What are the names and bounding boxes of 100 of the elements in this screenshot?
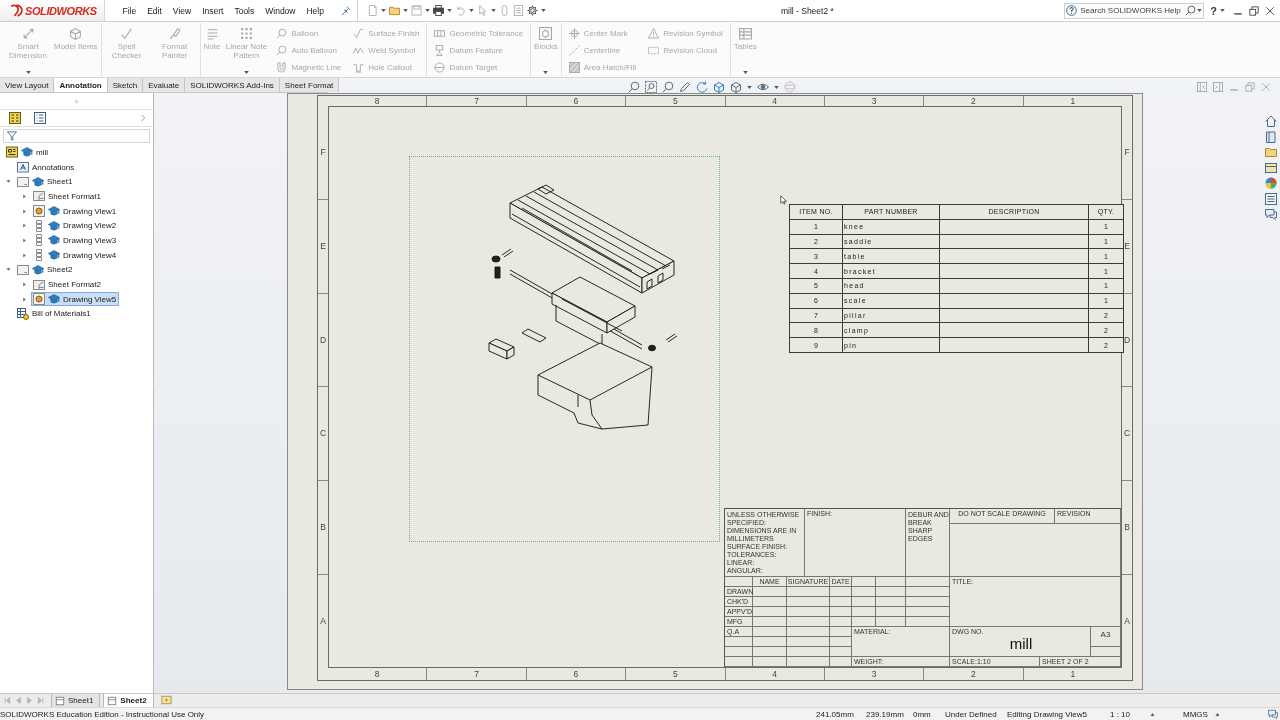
title-block-cell — [852, 617, 876, 627]
menu-item[interactable]: File — [117, 2, 142, 19]
menu-item[interactable]: Tools — [228, 2, 260, 19]
expand-arrow-icon[interactable] — [6, 179, 11, 185]
tab[interactable]: Annotation — [54, 78, 108, 92]
caret-icon — [403, 9, 409, 12]
magnifier-icon[interactable] — [1185, 4, 1197, 16]
drawing-number: mill — [1009, 636, 1033, 652]
title-block-cell — [876, 587, 906, 597]
sheet-tab[interactable]: Sheet1 — [51, 694, 101, 707]
sheet-scale[interactable]: 1 : 10 — [1110, 709, 1130, 719]
rotate-arrow-icon[interactable] — [696, 81, 708, 93]
zone-label: B — [1124, 523, 1130, 533]
search-field[interactable]: Search SOLIDWORKS Help — [1064, 2, 1205, 19]
sheet-icon — [17, 263, 29, 276]
printer-icon[interactable] — [433, 5, 445, 16]
graduation-cap-icon — [48, 249, 60, 262]
zoom-box-icon[interactable] — [645, 81, 657, 93]
menu-item[interactable]: Edit — [141, 2, 168, 19]
mouse-cursor-icon — [780, 193, 789, 207]
expand-arrow-icon[interactable] — [22, 296, 27, 302]
folder-icon[interactable] — [389, 5, 401, 16]
pencil-icon[interactable] — [679, 81, 691, 93]
tree-item[interactable]: Drawing View2 — [31, 218, 120, 233]
grip-dot-icon[interactable] — [74, 98, 79, 104]
expand-arrow-icon[interactable] — [22, 193, 27, 199]
expand-arrow-icon[interactable] — [22, 252, 27, 258]
chat-bubble-icon[interactable] — [1265, 208, 1277, 220]
zone-label: 6 — [573, 669, 579, 679]
magnifier-icon[interactable] — [628, 81, 640, 93]
zone-label: D — [1123, 335, 1131, 345]
sheet-format-icon — [33, 278, 45, 291]
title-block-cell — [787, 617, 830, 627]
caret-icon — [425, 9, 431, 12]
gear-icon[interactable] — [527, 5, 539, 16]
sheet-icon — [17, 175, 29, 188]
house-icon[interactable] — [1265, 115, 1277, 127]
close-icon[interactable] — [1265, 5, 1275, 16]
tab[interactable]: View Layout — [0, 78, 55, 92]
tile-left-icon[interactable] — [1197, 82, 1207, 92]
tree-item[interactable]: Drawing View4 — [31, 248, 120, 263]
tree-item[interactable]: mill — [4, 145, 51, 160]
feature-tree-icon[interactable] — [9, 112, 21, 124]
expand-arrow-icon[interactable] — [22, 208, 27, 214]
speech-bubble-icon[interactable] — [1268, 709, 1278, 719]
paintbrush-icon — [168, 27, 182, 40]
up-arrow-icon[interactable] — [1215, 711, 1220, 717]
up-arrow-icon[interactable] — [1150, 711, 1155, 717]
tab[interactable]: Sketch — [107, 78, 144, 92]
tab[interactable]: Sheet Format — [279, 78, 340, 92]
annotation-box-icon — [17, 161, 29, 174]
tree-item[interactable]: Drawing View1 — [31, 204, 120, 219]
tree-item[interactable]: Sheet1 — [15, 174, 76, 189]
menu-item[interactable]: Window — [259, 2, 301, 19]
tile-right-icon[interactable] — [1213, 82, 1223, 92]
filter-field[interactable] — [3, 129, 150, 143]
menu-item[interactable]: Help — [301, 2, 330, 19]
drawing-view-frame[interactable] — [409, 156, 720, 542]
tree-item[interactable]: Annotations — [15, 160, 78, 175]
expand-arrow-icon[interactable] — [22, 223, 27, 229]
help-button[interactable]: ? — [1204, 4, 1220, 17]
tree-item[interactable]: Sheet Format1 — [31, 189, 104, 204]
expand-arrow-icon[interactable] — [6, 267, 11, 273]
tab[interactable]: Evaluate — [143, 78, 186, 92]
tree-item[interactable]: Bill of Materials1 — [15, 306, 94, 321]
caret-icon — [541, 9, 547, 12]
graduation-cap-icon — [48, 205, 60, 218]
cube-icon[interactable] — [730, 81, 742, 93]
folder-icon[interactable] — [1265, 146, 1277, 158]
cube-icon[interactable] — [713, 81, 725, 93]
color-sphere-icon[interactable] — [1265, 177, 1277, 189]
magnet-icon — [276, 62, 288, 73]
tab[interactable]: SOLIDWORKS Add-Ins — [185, 78, 280, 92]
book-icon[interactable] — [1265, 130, 1277, 143]
menu-item[interactable]: Insert — [196, 2, 229, 19]
panel-icon[interactable] — [1265, 161, 1277, 174]
tree-item[interactable]: Drawing View5 — [31, 292, 120, 307]
tree-item[interactable]: Sheet Format2 — [31, 277, 104, 292]
title-block-cell — [753, 597, 787, 607]
title-block-cell — [852, 587, 876, 597]
tick-icon — [120, 27, 134, 40]
title-block-cell — [787, 627, 830, 637]
menu-item[interactable]: View — [167, 2, 197, 19]
title-block-cell — [830, 647, 852, 657]
title-block-cell — [830, 657, 852, 667]
expand-arrow-icon[interactable] — [22, 237, 27, 243]
unit-system[interactable]: MMGS — [1183, 709, 1208, 719]
restore-icon[interactable] — [1249, 5, 1259, 16]
title-block-cell — [906, 577, 950, 587]
list-icon[interactable] — [1265, 192, 1277, 205]
expand-arrow-icon[interactable] — [22, 282, 27, 288]
sheet-tab[interactable]: Sheet2 — [103, 694, 154, 707]
magnifier-icon[interactable] — [662, 81, 674, 93]
new-sheet-icon[interactable] — [160, 695, 172, 705]
tree-item[interactable]: Sheet2 — [15, 262, 76, 277]
property-list-icon[interactable] — [34, 112, 46, 124]
eye-icon[interactable] — [757, 81, 769, 93]
tree-item[interactable]: Drawing View3 — [31, 233, 120, 248]
caret-icon — [469, 9, 475, 12]
pin-icon[interactable] — [341, 5, 352, 16]
